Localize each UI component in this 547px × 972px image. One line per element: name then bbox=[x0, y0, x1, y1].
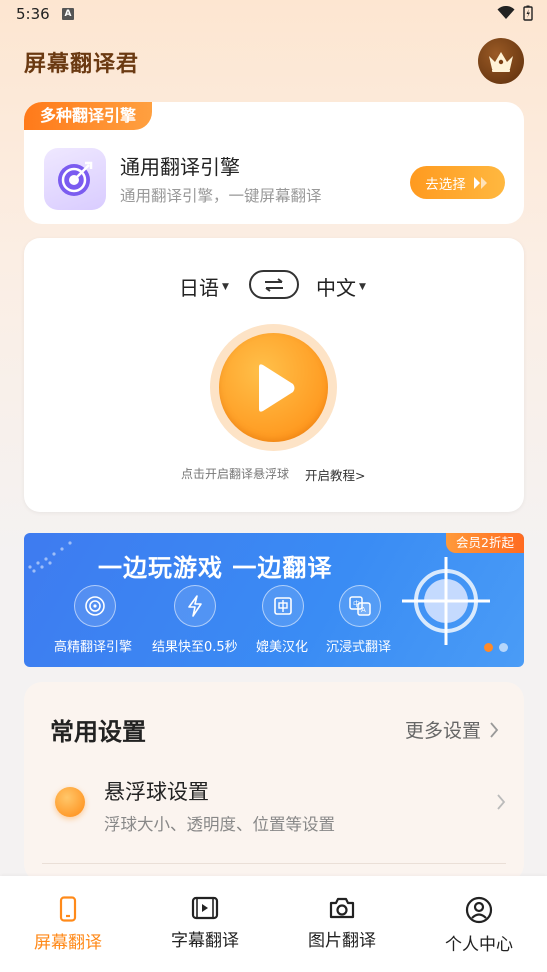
start-translate-button[interactable] bbox=[219, 333, 328, 442]
nav-subtitle-translate[interactable]: 字幕翻译 bbox=[145, 896, 265, 951]
choose-engine-label: 去选择 bbox=[425, 176, 466, 193]
nav-profile[interactable]: 个人中心 bbox=[419, 896, 539, 955]
tutorial-link[interactable]: 开启教程> bbox=[305, 465, 365, 484]
feature-label: 高精翻译引擎 bbox=[54, 640, 133, 655]
engine-subtitle: 通用翻译引擎，一键屏幕翻译 bbox=[120, 187, 322, 205]
play-icon bbox=[258, 363, 294, 412]
chevron-right-icon bbox=[497, 794, 506, 810]
play-hint: 点击开启翻译悬浮球 bbox=[181, 467, 290, 481]
vip-crown-button[interactable] bbox=[478, 38, 524, 84]
target-icon bbox=[85, 596, 105, 616]
floating-ball-icon bbox=[55, 787, 85, 817]
feature-label: 媲美汉化 bbox=[256, 640, 309, 655]
feature-icon-speed bbox=[174, 585, 216, 627]
more-settings-label: 更多设置 bbox=[405, 720, 482, 742]
status-icons bbox=[497, 5, 533, 21]
svg-text:A: A bbox=[361, 606, 366, 614]
nav-screen-translate[interactable]: 屏幕翻译 bbox=[8, 896, 128, 953]
divider bbox=[42, 863, 506, 864]
engine-tag: 多种翻译引擎 bbox=[24, 102, 153, 130]
phone-icon bbox=[59, 896, 77, 922]
feature-icon-localization bbox=[262, 585, 304, 627]
crown-icon bbox=[489, 52, 513, 72]
camera-icon bbox=[329, 897, 355, 919]
target-language-label: 中文 bbox=[316, 276, 356, 300]
engine-title: 通用翻译引擎 bbox=[120, 155, 240, 179]
source-language-select[interactable]: 日语 ▼ bbox=[179, 272, 229, 301]
swap-icon bbox=[265, 277, 283, 292]
float-ball-settings-title[interactable]: 悬浮球设置 bbox=[104, 776, 209, 806]
translate-icon: 中A bbox=[349, 596, 371, 616]
swap-language-button[interactable] bbox=[249, 270, 299, 299]
user-icon bbox=[465, 896, 493, 924]
float-ball-settings-subtitle: 浮球大小、透明度、位置等设置 bbox=[104, 815, 335, 834]
feature-label: 结果快至0.5秒 bbox=[152, 640, 238, 655]
more-settings-link[interactable]: 更多设置 bbox=[405, 716, 499, 743]
lightning-icon bbox=[188, 595, 202, 617]
nav-label: 图片翻译 bbox=[308, 931, 376, 951]
engine-icon bbox=[44, 148, 106, 210]
chevron-right-icon bbox=[490, 721, 499, 738]
target-icon bbox=[58, 161, 93, 196]
nav-image-translate[interactable]: 图片翻译 bbox=[282, 896, 402, 951]
float-ball-settings-chevron[interactable] bbox=[496, 793, 506, 815]
caret-down-icon: ▼ bbox=[222, 281, 229, 292]
nav-label: 个人中心 bbox=[445, 935, 513, 955]
carousel-dot[interactable] bbox=[499, 643, 508, 652]
source-language-label: 日语 bbox=[179, 276, 219, 300]
chinese-char-icon bbox=[274, 597, 292, 615]
carousel-dot-active[interactable] bbox=[484, 643, 493, 652]
settings-title: 常用设置 bbox=[50, 718, 146, 746]
nav-label: 字幕翻译 bbox=[171, 931, 239, 951]
banner-title: 一边玩游戏 一边翻译 bbox=[98, 554, 333, 582]
battery-icon bbox=[523, 5, 533, 21]
status-time: 5:36 bbox=[16, 5, 50, 23]
svg-text:中: 中 bbox=[353, 599, 360, 608]
video-icon bbox=[191, 896, 219, 920]
choose-engine-button[interactable]: 去选择 bbox=[410, 166, 505, 199]
nav-label: 屏幕翻译 bbox=[34, 933, 102, 953]
caret-down-icon: ▼ bbox=[359, 281, 366, 292]
feature-label: 沉浸式翻译 bbox=[326, 640, 392, 655]
feature-icon-precision bbox=[74, 585, 116, 627]
notification-icon: A bbox=[62, 8, 74, 20]
target-language-select[interactable]: 中文 ▼ bbox=[316, 272, 366, 301]
dots-decoration bbox=[28, 541, 72, 573]
double-chevron-right-icon bbox=[473, 176, 487, 189]
crosshair-decoration bbox=[402, 557, 490, 645]
app-title: 屏幕翻译君 bbox=[24, 51, 140, 77]
wifi-icon bbox=[497, 6, 515, 19]
vip-discount-badge: 会员2折起 bbox=[446, 533, 524, 553]
feature-icon-immersive: 中A bbox=[339, 585, 381, 627]
